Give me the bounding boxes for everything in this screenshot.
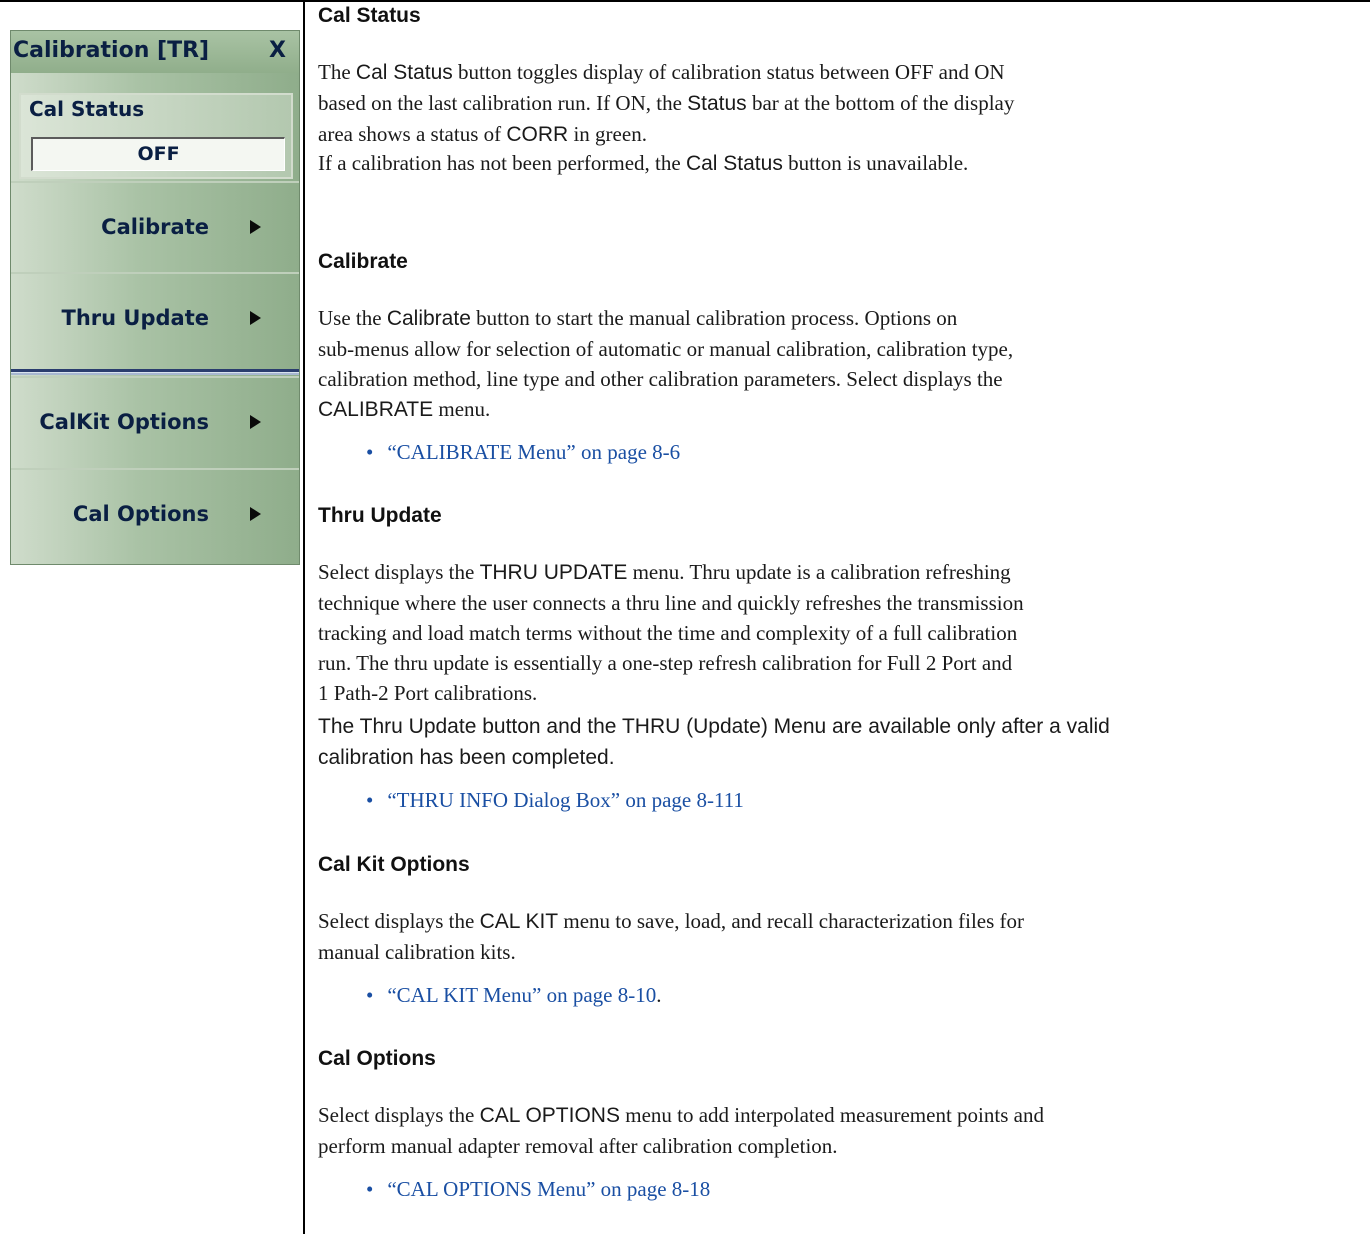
text-run: area shows a status of — [318, 122, 507, 146]
section-heading-calibrate: Calibrate — [318, 250, 408, 273]
text-run: based on the last calibration run. If ON… — [318, 91, 688, 115]
text-run: button is unavailable. — [782, 151, 969, 175]
text-run: 1 Path-2 Port calibrations. — [318, 681, 538, 705]
paragraph: Select displays the THRU UPDATE menu. Th… — [318, 557, 1358, 708]
text-run: bar at the bottom of the display — [746, 91, 1015, 115]
text-run: The — [318, 60, 356, 84]
ui-term: Calibrate — [386, 307, 471, 330]
list-item: • “THRU INFO Dialog Box” on page 8-111 — [366, 785, 744, 815]
ui-term: Cal Status — [355, 61, 453, 84]
section-heading-cal-kit-options: Cal Kit Options — [318, 853, 470, 876]
top-rule — [0, 0, 1370, 2]
paragraph: The Thru Update button and the THRU (Upd… — [318, 711, 1358, 773]
cross-reference-link[interactable]: “THRU INFO Dialog Box” on page 8-111 — [387, 788, 744, 812]
bullet-icon: • — [366, 440, 374, 464]
ui-term: CAL KIT — [479, 910, 559, 933]
ui-term: CAL OPTIONS — [479, 1104, 620, 1127]
text-run: technique where the user connects a thru… — [318, 591, 1024, 615]
bullet-icon: • — [366, 1177, 374, 1201]
section-heading-thru-update: Thru Update — [318, 504, 442, 527]
ui-term: The Thru Update button and the THRU (Upd… — [318, 715, 1110, 738]
cal-status-button[interactable]: Cal Status OFF — [19, 93, 293, 179]
text-run: perform manual adapter removal after cal… — [318, 1134, 838, 1158]
paragraph: Select displays the CAL OPTIONS menu to … — [318, 1100, 1358, 1161]
submenu-arrow-icon — [250, 507, 261, 521]
text-run: Select displays the — [318, 560, 480, 584]
menu-separator — [11, 369, 299, 375]
list-item: • “CALIBRATE Menu” on page 8-6 — [366, 437, 680, 467]
text-run: button to start the manual calibration p… — [470, 306, 958, 330]
calibrate-button[interactable]: Calibrate — [11, 181, 299, 271]
menu-title: Calibration [TR] — [13, 38, 210, 63]
ui-term: THRU UPDATE — [479, 561, 628, 584]
text-run: sub-menus allow for selection of automat… — [318, 337, 1014, 361]
text-run: Select displays the — [318, 909, 480, 933]
ui-term: calibration has been completed. — [318, 746, 615, 769]
paragraph: The Cal Status button toggles display of… — [318, 57, 1358, 150]
text-run: If a calibration has not been performed,… — [318, 151, 686, 175]
bullet-icon: • — [366, 788, 374, 812]
cross-reference-link[interactable]: “CAL OPTIONS Menu” on page 8-18 — [387, 1177, 710, 1201]
submenu-arrow-icon — [250, 415, 261, 429]
calibrate-button-label: Calibrate — [101, 215, 209, 239]
submenu-arrow-icon — [250, 220, 261, 234]
text-run: Use the — [318, 306, 387, 330]
ui-term: Status — [687, 92, 747, 115]
cal-options-button[interactable]: Cal Options — [11, 468, 299, 558]
cal-status-value: OFF — [31, 137, 285, 171]
column-divider — [303, 0, 305, 1234]
thru-update-button[interactable]: Thru Update — [11, 272, 299, 362]
paragraph: Use the Calibrate button to start the ma… — [318, 303, 1358, 425]
cross-reference-link[interactable]: “CAL KIT Menu” on page 8-10 — [387, 983, 656, 1007]
text-run: calibration method, line type and other … — [318, 367, 1003, 391]
text-run: in green. — [568, 122, 647, 146]
text-run: run. The thru update is essentially a on… — [318, 651, 1013, 675]
bullet-icon: • — [366, 983, 374, 1007]
text-run: menu to save, load, and recall character… — [558, 909, 1025, 933]
cal-status-label: Cal Status — [29, 97, 145, 121]
paragraph: If a calibration has not been performed,… — [318, 148, 1358, 179]
text-run: menu. Thru update is a calibration refre… — [627, 560, 1011, 584]
list-item: • “CAL KIT Menu” on page 8-10. — [366, 983, 662, 1007]
calibration-menu-panel: Calibration [TR] X Cal Status OFF Calibr… — [10, 30, 300, 565]
ui-term: CORR — [506, 123, 569, 146]
list-item: • “CAL OPTIONS Menu” on page 8-18 — [366, 1174, 710, 1204]
thru-update-button-label: Thru Update — [61, 306, 209, 330]
section-heading-cal-status: Cal Status — [318, 4, 421, 27]
text-run: manual calibration kits. — [318, 940, 516, 964]
cal-options-button-label: Cal Options — [72, 502, 209, 526]
text-run: tracking and load match terms without th… — [318, 621, 1018, 645]
menu-header: Calibration [TR] X — [11, 31, 299, 73]
paragraph: Select displays the CAL KIT menu to save… — [318, 906, 1358, 967]
cross-reference-link[interactable]: “CALIBRATE Menu” on page 8-6 — [387, 440, 680, 464]
text-run: menu to add interpolated measurement poi… — [619, 1103, 1044, 1127]
section-heading-cal-options: Cal Options — [318, 1047, 436, 1070]
calkit-options-button[interactable]: CalKit Options — [11, 376, 299, 466]
close-button[interactable]: X — [269, 38, 286, 63]
ui-term: Cal Status — [685, 152, 783, 175]
submenu-arrow-icon — [250, 311, 261, 325]
text-run: menu. — [433, 397, 491, 421]
text-run: Select displays the — [318, 1103, 480, 1127]
ui-term: CALIBRATE — [318, 398, 434, 421]
calkit-options-button-label: CalKit Options — [39, 410, 209, 434]
text-run: button toggles display of calibration st… — [452, 60, 1005, 84]
